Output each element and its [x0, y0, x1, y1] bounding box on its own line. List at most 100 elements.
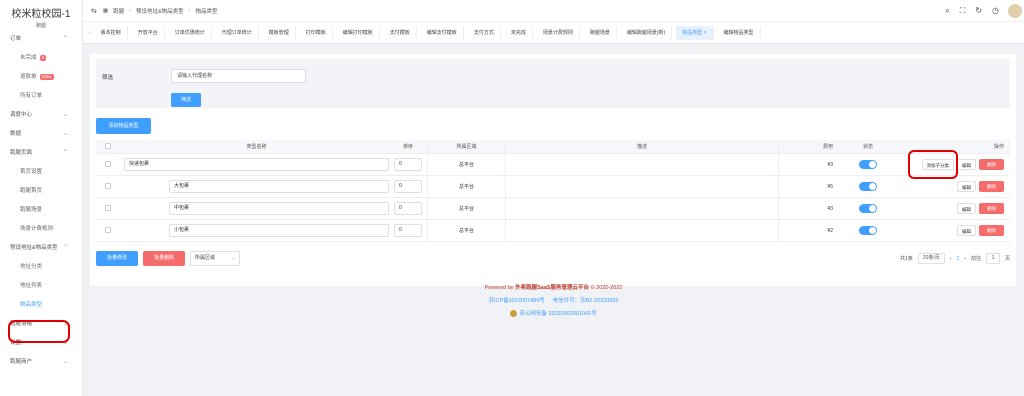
tab-label: 物品类型: [682, 29, 703, 36]
sidebar-item[interactable]: 退款单 4364: [0, 68, 82, 87]
row-checkbox[interactable]: [96, 226, 120, 235]
area-cell: 总平台: [427, 198, 505, 219]
tab[interactable]: 编辑打印模板: [337, 25, 380, 40]
prev-page-icon[interactable]: ‹: [950, 256, 952, 262]
tab[interactable]: 支付方式: [468, 25, 501, 40]
type-name-input[interactable]: 大包裹: [169, 180, 389, 193]
row-checkbox[interactable]: [96, 182, 120, 191]
add-subcategory-button[interactable]: 添加子分类: [921, 159, 954, 170]
sidebar-item[interactable]: 设置 ⌄: [0, 334, 82, 353]
delete-button[interactable]: 删除: [979, 181, 1004, 192]
fullscreen-icon[interactable]: ⛶: [960, 6, 966, 16]
row-checkbox[interactable]: [96, 160, 120, 169]
breadcrumb-item[interactable]: 预设地址&物品类型: [136, 7, 184, 15]
sort-order-input[interactable]: 0: [394, 202, 422, 215]
close-icon[interactable]: ×: [702, 30, 707, 36]
icp-link[interactable]: 苏ICP备2022007489号: [489, 298, 545, 304]
chevron-up-icon: ⌃: [62, 36, 68, 42]
delete-button[interactable]: 删除: [979, 225, 1004, 236]
type-name-input[interactable]: 中包裹: [169, 202, 389, 215]
tab[interactable]: 编辑支付模板: [421, 25, 464, 40]
sidebar-item-label: 跑腿场景: [20, 207, 43, 213]
tab[interactable]: 编辑物品类型: [718, 25, 761, 40]
page-size-select[interactable]: 20条/页: [917, 253, 945, 264]
tab[interactable]: 开放平台: [132, 25, 165, 40]
edit-button[interactable]: 编辑: [957, 181, 976, 192]
tab[interactable]: 跑腿场景: [584, 25, 617, 40]
sidebar-item[interactable]: 物品类型: [0, 296, 82, 315]
sort-order-input[interactable]: 0: [394, 158, 422, 171]
next-page-icon[interactable]: ›: [964, 256, 966, 262]
tab[interactable]: 订单优惠统计: [169, 25, 212, 40]
tab-label: 订单优惠统计: [174, 29, 205, 36]
edit-button[interactable]: 编辑: [957, 203, 976, 214]
sidebar-item[interactable]: 跑腿首页: [0, 182, 82, 201]
page-number[interactable]: 1: [957, 256, 960, 262]
tab[interactable]: 打印模板: [300, 25, 333, 40]
tab[interactable]: 未完成: [505, 25, 533, 40]
license-link[interactable]: 电信许可：苏B2-20220559: [552, 298, 618, 304]
agent-name-input[interactable]: 请输入代理名称: [171, 69, 306, 83]
sidebar-item[interactable]: 所有订单: [0, 87, 82, 106]
goto-page-input[interactable]: 1: [985, 253, 1000, 264]
police-link[interactable]: 苏公网安备 32030302001041号: [519, 309, 596, 317]
tab[interactable]: 代理订单统计: [216, 25, 259, 40]
type-name-input[interactable]: 快递包裹: [124, 158, 389, 171]
edit-button[interactable]: 编辑: [957, 159, 976, 170]
row-checkbox[interactable]: [96, 204, 120, 213]
sidebar-item[interactable]: 跑腿落略 ⌄: [0, 315, 82, 334]
sidebar-item[interactable]: 跑腿页面 ⌃: [0, 144, 82, 163]
edit-button[interactable]: 编辑: [957, 225, 976, 236]
filter-button[interactable]: 筛选: [171, 93, 201, 107]
tab-label: 模板管理: [268, 29, 289, 36]
tab[interactable]: 模板管理: [263, 25, 296, 40]
sidebar-item[interactable]: 地址分类: [0, 258, 82, 277]
tabs-scroll-left-icon[interactable]: ‹: [89, 30, 91, 36]
tab[interactable]: 物品类型 ×: [676, 25, 714, 40]
sidebar-item[interactable]: 场景计费规则: [0, 220, 82, 239]
clock-icon[interactable]: ◷: [992, 6, 999, 16]
tab[interactable]: 编辑跑腿场景(新): [621, 25, 673, 40]
delete-button[interactable]: 删除: [979, 159, 1004, 170]
sidebar-item[interactable]: 数据 ⌄: [0, 125, 82, 144]
breadcrumb-item[interactable]: 跑腿: [113, 7, 124, 15]
app-title: 校米粒校园-1: [11, 9, 71, 20]
tab[interactable]: 版本控制: [95, 25, 128, 40]
select-all-checkbox[interactable]: [96, 142, 120, 151]
table-row: 中包裹 0 总平台 ¥3 编辑 删除: [96, 198, 1010, 220]
sidebar-item[interactable]: 地址列表: [0, 277, 82, 296]
sidebar-item[interactable]: 未完成 3: [0, 49, 82, 68]
bulk-edit-button[interactable]: 批量修改: [96, 251, 138, 266]
top-header: ⇆ ▦ 跑腿 › 预设地址&物品类型 › 物品类型 ⌕ ⛶ ↻ ◷: [83, 0, 1024, 22]
area-select[interactable]: 所属区域 ⌄: [190, 251, 240, 266]
col-fee: 费用: [822, 144, 833, 150]
sidebar-item[interactable]: 预设地址&物品类型 ⌃: [0, 239, 82, 258]
menu-fold-icon[interactable]: ⇆: [91, 7, 97, 15]
sort-order-input[interactable]: 0: [394, 180, 422, 193]
status-toggle[interactable]: [859, 182, 877, 191]
col-status: 状态: [862, 144, 873, 150]
status-toggle[interactable]: [859, 160, 877, 169]
brand-link[interactable]: 外卖跑腿SaaS服务管理云平台: [515, 285, 589, 291]
status-toggle[interactable]: [859, 204, 877, 213]
sidebar-item[interactable]: 首页设置: [0, 163, 82, 182]
sidebar-item[interactable]: 跑腿商户 ⌄: [0, 353, 82, 372]
table-row: 大包裹 0 总平台 ¥5 编辑 删除: [96, 176, 1010, 198]
sidebar-item[interactable]: 订单 ⌃: [0, 30, 82, 49]
status-toggle[interactable]: [859, 226, 877, 235]
search-icon[interactable]: ⌕: [945, 6, 949, 16]
filter-label: 筛选: [102, 75, 114, 81]
bulk-delete-button[interactable]: 批量删除: [143, 251, 185, 266]
refresh-icon[interactable]: ↻: [975, 6, 982, 16]
tab[interactable]: 支付模板: [384, 25, 417, 40]
sidebar-item[interactable]: 跑腿场景: [0, 201, 82, 220]
tab[interactable]: 场景计费规则: [537, 25, 580, 40]
sort-order-input[interactable]: 0: [394, 224, 422, 237]
tab-label: 未完成: [510, 29, 526, 36]
sidebar-item[interactable]: 调度中心 ⌄: [0, 106, 82, 125]
add-item-type-button[interactable]: 添加物品类型: [96, 118, 151, 134]
type-name-input[interactable]: 小包裹: [169, 224, 389, 237]
breadcrumb-home-icon: ▦: [102, 7, 109, 14]
delete-button[interactable]: 删除: [979, 203, 1004, 214]
avatar[interactable]: [1008, 4, 1022, 18]
